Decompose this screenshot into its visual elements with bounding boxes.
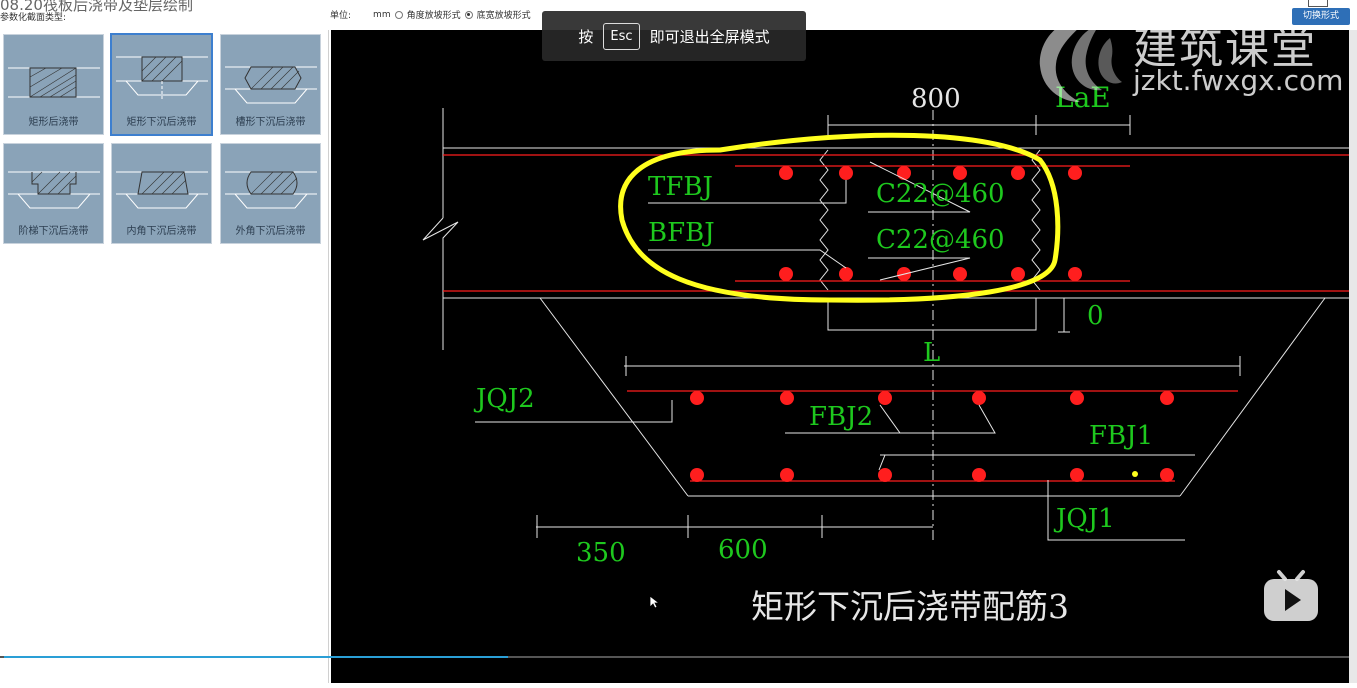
section-type-label: 内角下沉后浇带 bbox=[126, 226, 197, 237]
window-icon bbox=[1308, 0, 1328, 7]
label-jqj1: JQJ1 bbox=[1056, 504, 1115, 534]
esc-key-badge: Esc bbox=[603, 22, 640, 50]
cad-drawing-canvas[interactable]: 800 LaE TFBJ BFBJ C22@460 C22@460 0 L JQ… bbox=[331, 30, 1349, 683]
label-jqj2: JQJ2 bbox=[476, 384, 535, 414]
section-type-panel: 矩形后浇带 矩形下沉后浇带 槽形下沉后浇带 阶梯下沉后浇带 内角下沉后浇带 外角… bbox=[0, 30, 329, 683]
fullscreen-exit-toast: 按 Esc 即可退出全屏模式 bbox=[542, 11, 806, 61]
label-bfbj: BFBJ bbox=[648, 218, 715, 248]
toast-suffix: 即可退出全屏模式 bbox=[649, 27, 770, 46]
section-type-label: 槽形下沉后浇带 bbox=[235, 117, 306, 128]
unit-bar: 单位: mm 角度放坡形式 底宽放坡形式 bbox=[330, 8, 531, 22]
param-type-label: 参数化截面类型: bbox=[0, 13, 67, 23]
watermark-logo-icon bbox=[1039, 17, 1122, 103]
radio-angle-slope-label[interactable]: 角度放坡形式 bbox=[407, 8, 461, 21]
section-type-label: 矩形后浇带 bbox=[28, 117, 79, 128]
label-fbj1: FBJ1 bbox=[1089, 421, 1154, 451]
leader-lines bbox=[475, 161, 1195, 541]
label-tfbj: TFBJ bbox=[648, 172, 713, 202]
label-rebar-bottom: C22@460 bbox=[876, 225, 1005, 255]
watermark-url: jzkt.fwxgx.com bbox=[1133, 64, 1344, 97]
mouse-cursor-icon bbox=[649, 595, 659, 609]
section-type-label: 阶梯下沉后浇带 bbox=[18, 226, 89, 237]
unit-value: mm bbox=[373, 9, 391, 20]
joint-zigzag bbox=[819, 149, 1041, 291]
drawing-caption: 矩形下沉后浇带配筋3 bbox=[751, 587, 1069, 626]
section-type-inner-angle-sunken[interactable]: 内角下沉后浇带 bbox=[111, 143, 212, 244]
toast-prefix: 按 bbox=[578, 27, 594, 46]
unit-label: 单位: bbox=[330, 11, 352, 21]
section-type-label: 矩形下沉后浇带 bbox=[126, 117, 197, 128]
radio-bottom-width-slope[interactable] bbox=[464, 10, 473, 19]
dim-600: 600 bbox=[718, 535, 768, 565]
video-progress-fill bbox=[4, 656, 508, 658]
cursor-dot bbox=[1132, 471, 1138, 477]
dim-800: 800 bbox=[911, 84, 961, 114]
bilibili-tv-play-icon[interactable] bbox=[1263, 569, 1319, 623]
section-type-trough-sunken[interactable]: 槽形下沉后浇带 bbox=[220, 34, 321, 135]
dim-zero: 0 bbox=[1087, 301, 1104, 331]
dim-l: L bbox=[923, 338, 941, 368]
radio-bottom-width-slope-label[interactable]: 底宽放坡形式 bbox=[477, 8, 531, 21]
watermark: 建筑课堂 jzkt.fwxgx.com bbox=[1030, 10, 1350, 110]
section-type-step-sunken[interactable]: 阶梯下沉后浇带 bbox=[3, 143, 104, 244]
section-type-outer-angle-sunken[interactable]: 外角下沉后浇带 bbox=[220, 143, 321, 244]
label-rebar-top: C22@460 bbox=[876, 179, 1005, 209]
radio-angle-slope[interactable] bbox=[394, 10, 403, 19]
right-scroll-strip[interactable] bbox=[1349, 30, 1357, 683]
label-fbj2: FBJ2 bbox=[809, 402, 874, 432]
dim-350: 350 bbox=[576, 538, 626, 568]
section-type-label: 外角下沉后浇带 bbox=[235, 226, 306, 237]
section-type-rect[interactable]: 矩形后浇带 bbox=[3, 34, 104, 135]
section-type-rect-sunken[interactable]: 矩形下沉后浇带 bbox=[110, 33, 213, 136]
